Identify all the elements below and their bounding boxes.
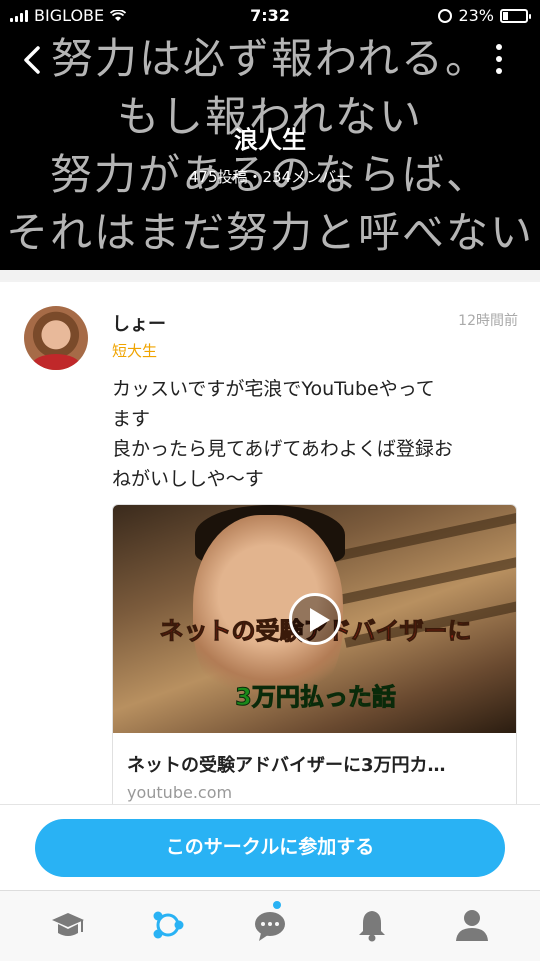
author-role: 短大生 bbox=[112, 342, 158, 360]
thumbnail-caption-bottom: 3万円払った話 bbox=[235, 683, 397, 712]
chat-bubble-icon[interactable] bbox=[250, 905, 290, 945]
graduation-cap-icon[interactable] bbox=[48, 905, 88, 945]
back-arrow-icon[interactable] bbox=[18, 42, 48, 78]
battery-percent: 23% bbox=[458, 6, 494, 25]
more-options-icon[interactable] bbox=[494, 44, 504, 74]
rotation-lock-icon bbox=[438, 8, 453, 23]
link-preview-card[interactable]: ネットの受験アドバイザーに 3万円払った話 ネットの受験アドバイザーに3万円カ…… bbox=[112, 504, 517, 814]
circle-header: 努力は必ず報われる。 もし報われない 努力があるのならば、 それはまだ努力と呼べ… bbox=[0, 0, 540, 270]
post-body: カッスいですが宅浪でYouTubeやって ます 良かったら見てあげてあわよくば登… bbox=[112, 374, 512, 494]
post-body-line: ねがいししや〜す bbox=[112, 468, 264, 490]
avatar[interactable] bbox=[24, 306, 88, 370]
post-body-line: ます bbox=[112, 408, 151, 430]
profile-icon[interactable] bbox=[452, 905, 492, 945]
status-right: 23% bbox=[438, 6, 531, 25]
play-icon[interactable] bbox=[289, 593, 341, 645]
circle-stats: 475投稿・234メンバー bbox=[188, 168, 352, 186]
link-title[interactable]: ネットの受験アドバイザーに3万円カ… bbox=[127, 751, 505, 777]
post-author[interactable]: しょー bbox=[112, 310, 166, 336]
status-bar: BIGLOBE 7:32 23% bbox=[0, 0, 540, 30]
video-thumbnail[interactable]: ネットの受験アドバイザーに 3万円払った話 bbox=[113, 505, 516, 733]
post-card[interactable]: しょー 短大生 12時間前 カッスいですが宅浪でYouTubeやって ます 良か… bbox=[0, 282, 540, 814]
quote-line-1: 努力は必ず報われる。 bbox=[51, 34, 489, 83]
bell-icon[interactable] bbox=[352, 905, 392, 945]
link-domain: youtube.com bbox=[127, 783, 233, 802]
post-body-line: カッスいですが宅浪でYouTubeやって bbox=[112, 378, 435, 400]
post-body-line: 良かったら見てあげてあわよくば登録お bbox=[112, 438, 453, 460]
join-circle-button[interactable]: このサークルに参加する bbox=[35, 819, 505, 877]
circle-title: 浪人生 bbox=[234, 126, 306, 154]
bottom-tab-bar bbox=[0, 890, 540, 961]
battery-icon bbox=[500, 8, 531, 23]
quote-line-4: それはまだ努力と呼べない bbox=[5, 208, 534, 257]
chat-badge-dot bbox=[273, 901, 281, 909]
circles-network-icon[interactable] bbox=[148, 905, 188, 945]
post-timestamp: 12時間前 bbox=[458, 313, 518, 329]
join-bar: このサークルに参加する bbox=[0, 804, 540, 890]
